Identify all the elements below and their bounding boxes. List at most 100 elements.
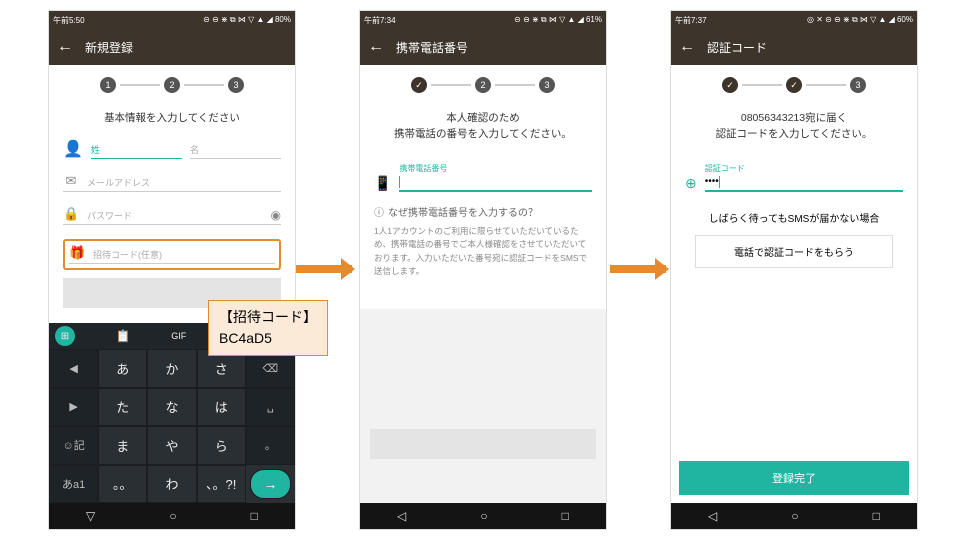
key-ya[interactable]: や: [147, 426, 196, 465]
callout-line1: 【招待コード】: [219, 307, 317, 328]
field-label: 認証コード: [705, 163, 903, 174]
instruction-text: 08056343213宛に届く認証コードを入力してください。: [685, 111, 903, 143]
status-bar: 午前7:37 ◎ ✕ ⊝ ⊖ ⋇ ⧉ ⋈ ▽ ▲ ◢ 60%: [671, 11, 917, 29]
info-question: ⓘ なぜ携帯電話番号を入力するの？: [374, 204, 592, 219]
key-punct[interactable]: 、。?!: [197, 465, 246, 504]
gift-icon: 🎁: [69, 245, 85, 261]
page-title: 認証コード: [707, 39, 767, 56]
step-2: 2: [475, 77, 491, 93]
progress-stepper: 1 2 3: [49, 65, 295, 105]
invite-code-callout: 【招待コード】 BC4aD5: [208, 300, 328, 356]
instruction-text: 本人確認のため携帯電話の番号を入力してください。: [374, 111, 592, 143]
person-icon: 👤: [63, 139, 83, 159]
invite-code-field[interactable]: 🎁 招待コード(任意): [69, 245, 275, 264]
nav-back-icon[interactable]: ◁: [708, 509, 717, 523]
clipboard-icon[interactable]: 📋: [116, 329, 131, 343]
key-na[interactable]: な: [147, 388, 196, 427]
submit-button-disabled: [370, 429, 596, 459]
nav-recent-icon[interactable]: □: [562, 509, 569, 523]
text-cursor: [719, 176, 720, 188]
key-space[interactable]: ␣: [246, 388, 295, 427]
field-value: ••••: [705, 176, 719, 187]
form-content: 基本情報を入力してください 👤 姓 名 ✉ メールアドレス 🔒 パスワード ◉ …: [49, 105, 295, 323]
key-right[interactable]: ▶: [49, 388, 98, 427]
phone-screen-3: 午前7:37 ◎ ✕ ⊝ ⊖ ⋇ ⧉ ⋈ ▽ ▲ ◢ 60% ← 認証コード 3…: [670, 10, 918, 530]
email-field[interactable]: ✉ メールアドレス: [63, 173, 281, 192]
info-answer: 1人1アカウントのご利用に限らせていただいているため、携帯電話の番号でご本人様確…: [374, 225, 592, 279]
lastname-field[interactable]: 姓: [91, 143, 182, 159]
progress-stepper: 3: [671, 65, 917, 105]
spacer: [671, 279, 917, 453]
page-title: 新規登録: [85, 39, 133, 56]
bottom-spacer: [360, 309, 606, 503]
step-1: 1: [100, 77, 116, 93]
nav-kbd-icon[interactable]: ▽: [86, 509, 95, 523]
step-3: 3: [539, 77, 555, 93]
step-3: 3: [228, 77, 244, 93]
app-bar: ← 認証コード: [671, 29, 917, 65]
status-bar: 午前7:34 ⊝ ⊖ ⋇ ⧉ ⋈ ▽ ▲ ◢ 61%: [360, 11, 606, 29]
key-emoji[interactable]: ☺記: [49, 426, 98, 465]
key-ma[interactable]: ま: [98, 426, 147, 465]
phone-screen-2: 午前7:34 ⊝ ⊖ ⋇ ⧉ ⋈ ▽ ▲ ◢ 61% ← 携帯電話番号 2 3 …: [359, 10, 607, 530]
nav-home-icon[interactable]: ○: [480, 509, 487, 523]
back-icon[interactable]: ←: [679, 38, 695, 56]
key-ha[interactable]: は: [197, 388, 246, 427]
form-content: 08056343213宛に届く認証コードを入力してください。 ⊕ 認証コード •…: [671, 105, 917, 279]
back-icon[interactable]: ←: [57, 38, 73, 56]
invite-code-highlight: 🎁 招待コード(任意): [63, 239, 281, 270]
nav-recent-icon[interactable]: □: [873, 509, 880, 523]
flow-arrow-2: [610, 265, 666, 273]
dialpad-icon: ⊕: [685, 175, 697, 192]
step-2-done: [786, 77, 802, 93]
status-time: 午前7:37: [675, 15, 707, 26]
android-navbar: ◁ ○ □: [360, 503, 606, 529]
wait-message: しばらく待ってもSMSが届かない場合: [685, 210, 903, 225]
step-1-done: [411, 77, 427, 93]
mail-icon: ✉: [63, 173, 79, 189]
key-wa[interactable]: わ: [147, 465, 196, 504]
key-mode[interactable]: あa1: [49, 465, 98, 504]
text-cursor: [399, 176, 400, 188]
flow-arrow-1: [296, 265, 352, 273]
nav-recent-icon[interactable]: □: [251, 509, 258, 523]
status-time: 午前5:50: [53, 15, 85, 26]
nav-home-icon[interactable]: ○: [169, 509, 176, 523]
key-ra[interactable]: ら: [197, 426, 246, 465]
complete-registration-button[interactable]: 登録完了: [679, 461, 909, 495]
android-navbar: ◁ ○ □: [671, 503, 917, 529]
key-enter[interactable]: →: [250, 469, 291, 500]
form-content: 本人確認のため携帯電話の番号を入力してください。 📱 携帯電話番号 ⓘ なぜ携帯…: [360, 105, 606, 299]
phone-number-field[interactable]: 📱 携帯電話番号: [374, 163, 592, 192]
nav-back-icon[interactable]: ◁: [397, 509, 406, 523]
progress-stepper: 2 3: [360, 65, 606, 105]
step-3: 3: [850, 77, 866, 93]
key-ka[interactable]: か: [147, 349, 196, 388]
note-text: *電話番号が間違ってないかご確認ください: [685, 278, 903, 280]
key-left[interactable]: ◀: [49, 349, 98, 388]
lock-icon: 🔒: [63, 206, 79, 222]
page-title: 携帯電話番号: [396, 39, 468, 56]
info-icon: ⓘ: [374, 204, 384, 219]
firstname-field[interactable]: 名: [190, 143, 281, 159]
key-period[interactable]: 。: [246, 426, 295, 465]
key-a[interactable]: あ: [98, 349, 147, 388]
nav-home-icon[interactable]: ○: [791, 509, 798, 523]
android-navbar: ▽ ○ □: [49, 503, 295, 529]
key-ta[interactable]: た: [98, 388, 147, 427]
visibility-icon[interactable]: ◉: [271, 208, 281, 222]
callout-line2: BC4aD5: [219, 328, 317, 349]
key-small[interactable]: 。。: [98, 465, 147, 504]
phone-icon: 📱: [374, 175, 391, 192]
back-icon[interactable]: ←: [368, 38, 384, 56]
status-time: 午前7:34: [364, 15, 396, 26]
keyboard-menu-icon[interactable]: ⊞: [55, 326, 75, 346]
step-1-done: [722, 77, 738, 93]
gif-button[interactable]: GIF: [171, 331, 186, 341]
status-icons: ⊝ ⊖ ⋇ ⧉ ⋈ ▽ ▲ ◢ 61%: [514, 15, 602, 25]
auth-code-field[interactable]: ⊕ 認証コード ••••: [685, 163, 903, 192]
status-bar: 午前5:50 ⊝ ⊖ ⋇ ⧉ ⋈ ▽ ▲ ◢ 80%: [49, 11, 295, 29]
call-for-code-button[interactable]: 電話で認証コードをもらう: [695, 235, 893, 268]
password-field[interactable]: 🔒 パスワード ◉: [63, 206, 281, 225]
phone-screen-1: 午前5:50 ⊝ ⊖ ⋇ ⧉ ⋈ ▽ ▲ ◢ 80% ← 新規登録 1 2 3 …: [48, 10, 296, 530]
